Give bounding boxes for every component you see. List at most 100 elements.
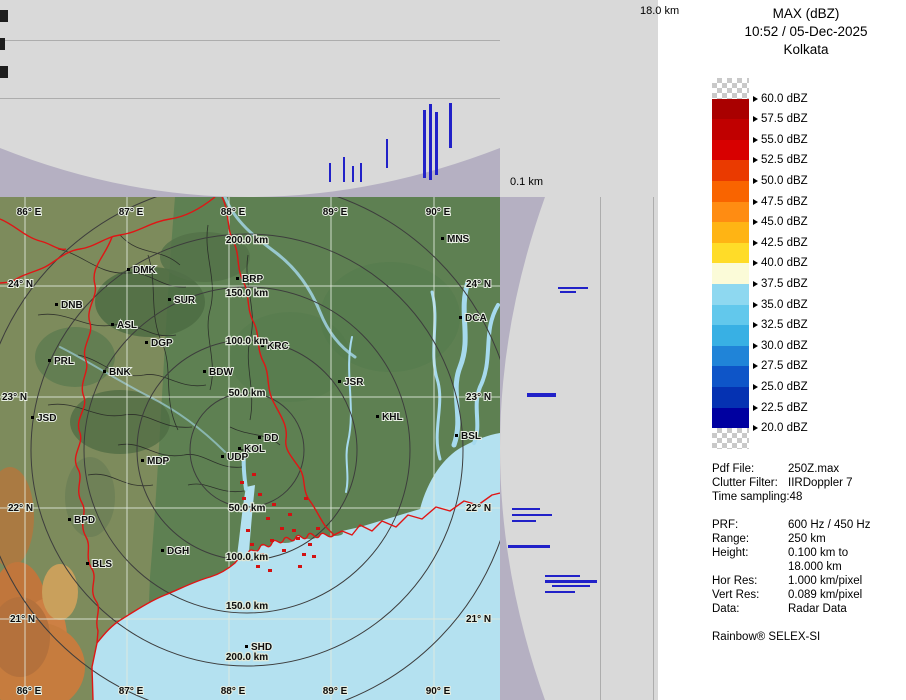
city-marker — [141, 459, 144, 462]
metadata-list: Pdf File:250Z.maxClutter Filter:IIRDoppl… — [712, 462, 904, 644]
longitude-label: 90° E — [426, 686, 451, 697]
legend-band — [712, 325, 749, 346]
legend-label: 27.5 dBZ — [753, 359, 808, 373]
radar-echo — [280, 527, 284, 530]
city-marker — [103, 370, 106, 373]
city-marker — [338, 380, 341, 383]
echo-bar — [429, 104, 432, 180]
city-label: JSR — [344, 377, 364, 388]
city-label: PRL — [54, 356, 74, 367]
radar-echo — [266, 517, 270, 520]
radar-echo — [272, 503, 276, 506]
metadata-label: Range: — [712, 532, 788, 546]
side-profile-panel — [500, 197, 706, 700]
latitude-label: 24° N — [8, 279, 33, 290]
metadata-row: 18.000 km — [712, 560, 904, 574]
legend-tick-icon — [753, 240, 758, 246]
radar-echo — [250, 543, 254, 546]
height-axis-max-label: 18.0 km — [640, 5, 679, 17]
city-label: MNS — [447, 234, 470, 245]
range-ring-label: 200.0 km — [226, 235, 268, 246]
legend-band — [712, 366, 749, 387]
city-label: KHL — [382, 412, 403, 423]
range-ring-label: 50.0 km — [229, 388, 266, 399]
legend-label: 45.0 dBZ — [753, 215, 808, 229]
range-ring-label: 150.0 km — [226, 601, 268, 612]
radar-echo — [298, 565, 302, 568]
echo-bar — [360, 163, 362, 182]
scan-boundary-shape — [500, 197, 706, 700]
metadata-row: Rainbow® SELEX-SI — [712, 630, 904, 644]
latitude-label: 23° N — [2, 392, 27, 403]
longitude-label: 90° E — [426, 207, 451, 218]
city-marker — [48, 359, 51, 362]
legend-band — [712, 284, 749, 305]
legend-tick-icon — [753, 384, 758, 390]
metadata-value: 48 — [790, 490, 803, 504]
city-label: JSD — [37, 413, 56, 424]
legend-band — [712, 160, 749, 181]
echo-bar — [512, 514, 552, 516]
legend-tick-icon — [753, 137, 758, 143]
city-label: BRP — [242, 274, 263, 285]
legend-band — [712, 202, 749, 223]
legend-label: 37.5 dBZ — [753, 277, 808, 291]
legend-header: MAX (dBZ) 10:52 / 05-Dec-2025 Kolkata — [706, 0, 906, 59]
height-axis-min-label: 0.1 km — [510, 176, 543, 188]
legend-tick-icon — [753, 425, 758, 431]
radar-echo — [256, 565, 260, 568]
timestamp: 10:52 / 05-Dec-2025 — [706, 23, 906, 41]
city-marker — [161, 549, 164, 552]
legend-label: 22.5 dBZ — [753, 401, 808, 415]
longitude-label: 89° E — [323, 207, 348, 218]
radar-echo — [268, 569, 272, 572]
panel-margin — [658, 0, 706, 197]
city-marker — [145, 341, 148, 344]
legend-label: 32.5 dBZ — [753, 318, 808, 332]
legend-label: 55.0 dBZ — [753, 133, 808, 147]
metadata-row: Time sampling:48 — [712, 490, 904, 504]
echo-bar — [552, 585, 590, 587]
range-ring-label: 100.0 km — [226, 336, 268, 347]
metadata-label — [712, 504, 788, 518]
city-label: BSL — [461, 431, 481, 442]
echo-bar — [558, 287, 588, 289]
radar-echo — [302, 553, 306, 556]
legend-band — [712, 408, 749, 429]
radar-echo — [292, 529, 296, 532]
legend-band — [712, 346, 749, 367]
metadata-value: 1.000 km/pixel — [788, 574, 862, 588]
range-ring-label: 100.0 km — [226, 552, 268, 563]
legend-band — [712, 78, 749, 99]
radar-echo — [252, 473, 256, 476]
longitude-label: 86° E — [17, 686, 42, 697]
metadata-value: 250Z.max — [788, 462, 839, 476]
city-marker — [86, 562, 89, 565]
city-marker — [441, 237, 444, 240]
legend-label: 52.5 dBZ — [753, 153, 808, 167]
legend-swatches — [712, 78, 749, 449]
echo-bar — [545, 591, 575, 593]
legend-tick-icon — [753, 260, 758, 266]
legend-label: 25.0 dBZ — [753, 380, 808, 394]
echo-bar — [352, 166, 354, 182]
metadata-row — [712, 616, 904, 630]
city-label: BDW — [209, 367, 233, 378]
longitude-label: 89° E — [323, 686, 348, 697]
echo-bar — [435, 112, 438, 175]
radar-echo — [288, 513, 292, 516]
clipped-axis-label — [0, 66, 8, 78]
echo-bar — [386, 139, 388, 168]
echo-bar — [343, 157, 345, 182]
metadata-label: Height: — [712, 546, 788, 560]
radar-echo — [240, 481, 244, 484]
metadata-label: Hor Res: — [712, 574, 788, 588]
metadata-label: Pdf File: — [712, 462, 788, 476]
radar-echo — [304, 497, 308, 500]
echo-bar — [545, 575, 580, 577]
radar-echo — [246, 529, 250, 532]
legend-band — [712, 119, 749, 140]
range-ring-label: 200.0 km — [226, 652, 268, 663]
city-marker — [245, 645, 248, 648]
metadata-value: Radar Data — [788, 602, 847, 616]
